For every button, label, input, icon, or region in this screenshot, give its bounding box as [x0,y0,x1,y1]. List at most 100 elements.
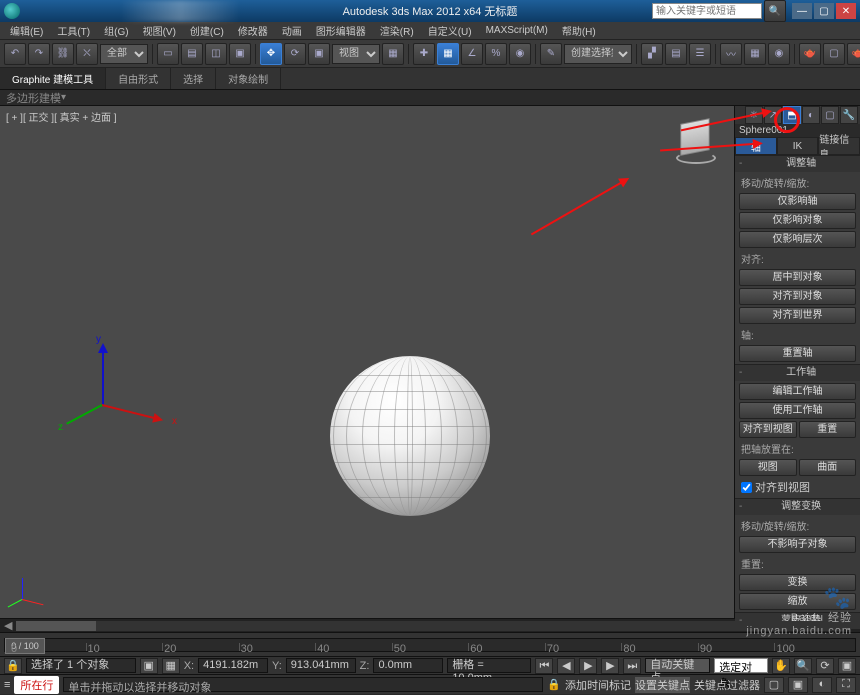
xref-icon[interactable]: ▦ [162,658,180,674]
tab-modify-icon[interactable]: ↗ [764,106,782,124]
subnav-ik[interactable]: IK [777,137,819,155]
btn-affect-object-only[interactable]: 仅影响对象 [739,212,856,229]
nav-zoomall-icon[interactable]: ▣ [788,677,808,693]
btn-place-surface[interactable]: 曲面 [799,459,857,476]
btn-wp-reset[interactable]: 重置 [799,421,857,438]
schematic-icon[interactable]: ▦ [744,43,766,65]
macro-recorder-tag[interactable]: 所在行 [14,676,59,694]
menu-maxscript[interactable]: MAXScript(M) [480,24,554,37]
nav-fov-icon[interactable]: ◐ [812,677,832,693]
align-icon[interactable]: ▤ [665,43,687,65]
viewport[interactable]: [ + ][ 正交 ][ 真实 + 边面 ] xyz [0,106,734,618]
nav-max-icon[interactable]: ▣ [838,658,856,674]
snap-toggle-icon[interactable]: ▦ [437,43,459,65]
link-icon[interactable]: ⛓ [52,43,74,65]
scale-icon[interactable]: ▣ [308,43,330,65]
menu-views[interactable]: 视图(V) [137,22,182,39]
select-region-icon[interactable]: ◫ [205,43,227,65]
close-button[interactable]: ✕ [836,3,856,19]
time-slider[interactable]: 0 / 100 0102030405060708090100 [0,632,860,656]
btn-place-view[interactable]: 视图 [739,459,797,476]
manipulate-icon[interactable]: ✚ [413,43,435,65]
angle-snap-icon[interactable]: ∠ [461,43,483,65]
percent-snap-icon[interactable]: % [485,43,507,65]
play-end-icon[interactable]: ⏭ [623,658,641,674]
nav-pan-icon[interactable]: ✋ [772,658,790,674]
lock-icon[interactable]: 🔒 [4,658,22,674]
play-prev-icon[interactable]: ◀ [557,658,575,674]
named-set-icon[interactable]: ✎ [540,43,562,65]
menu-animation[interactable]: 动画 [276,22,308,39]
nav-zoomext-icon[interactable]: ▢ [764,677,784,693]
render-frame-icon[interactable]: ▢ [823,43,845,65]
play-next-icon[interactable]: ▶ [601,658,619,674]
search-go-icon[interactable]: 🔍 [764,0,786,22]
key-mode-dropdown[interactable]: 选定对象 [714,658,768,673]
undo-icon[interactable]: ↶ [4,43,26,65]
viewcube-cube-icon[interactable] [680,118,709,156]
menu-customize[interactable]: 自定义(U) [422,22,478,39]
tab-motion-icon[interactable]: ◐ [802,106,820,124]
tab-utilities-icon[interactable]: 🔧 [840,106,858,124]
named-selection-set[interactable]: 创建选择集 [564,44,632,64]
chk-input[interactable] [741,482,752,493]
redo-icon[interactable]: ↷ [28,43,50,65]
btn-align-to-object[interactable]: 对齐到对象 [739,288,856,305]
rollout-header[interactable]: 调整变换 [735,499,860,515]
ribbon-tab-freeform[interactable]: 自由形式 [106,68,171,89]
menu-create[interactable]: 创建(C) [184,22,230,39]
subnav-link[interactable]: 链接信息 [818,137,860,155]
rollout-header[interactable]: 工作轴 [735,365,860,381]
layers-icon[interactable]: ☰ [689,43,711,65]
move-icon[interactable]: ✥ [260,43,282,65]
rotate-icon[interactable]: ⟳ [284,43,306,65]
scene-object-sphere[interactable] [330,356,490,516]
track-bar[interactable]: ◀ ▶ [0,618,860,632]
track-scroll[interactable] [16,621,843,631]
viewport-label[interactable]: [ + ][ 正交 ][ 真实 + 边面 ] [6,109,117,124]
select-name-icon[interactable]: ▤ [181,43,203,65]
ribbon-subpanel[interactable]: 多边形建模 ▾ [0,90,860,106]
selection-filter[interactable]: 全部 [100,44,148,64]
menu-tools[interactable]: 工具(T) [51,22,96,39]
script-listener-icon[interactable]: ≡ [4,679,10,691]
select-icon[interactable]: ▭ [157,43,179,65]
rollout-header[interactable]: 调整轴 [735,156,860,172]
minimize-button[interactable]: — [792,3,812,19]
spinner-snap-icon[interactable]: ◉ [509,43,531,65]
menu-group[interactable]: 组(G) [98,22,134,39]
menu-modifiers[interactable]: 修改器 [232,22,274,39]
btn-use-working-pivot[interactable]: 使用工作轴 [739,402,856,419]
window-crossing-icon[interactable]: ▣ [229,43,251,65]
btn-align-to-world[interactable]: 对齐到世界 [739,307,856,324]
ribbon-tab-selection[interactable]: 选择 [171,68,216,89]
nav-maximize-icon[interactable]: ⛶ [836,677,856,693]
search-input[interactable] [652,3,762,19]
keyfilter-button[interactable]: 关键点过滤器 [694,677,760,693]
menu-render[interactable]: 渲染(R) [374,22,420,39]
viewcube[interactable] [670,116,720,166]
btn-align-view[interactable]: 对齐到视图 [739,421,797,438]
nav-orbit-icon[interactable]: ⟳ [816,658,834,674]
tab-hierarchy-icon[interactable]: ⬒ [783,106,801,124]
chk-align-to-view[interactable]: 对齐到视图 [739,478,856,496]
setkey-button[interactable]: 设置关键点 [635,677,690,693]
pivot-center-icon[interactable]: ▦ [382,43,404,65]
menu-help[interactable]: 帮助(H) [556,22,602,39]
ribbon-tab-graphite[interactable]: Graphite 建模工具 [0,68,106,89]
play-start-icon[interactable]: ⏮ [535,658,553,674]
tab-display-icon[interactable]: ▢ [821,106,839,124]
btn-affect-hierarchy[interactable]: 仅影响层次 [739,231,856,248]
coord-y[interactable]: 913.041mm [286,658,356,673]
btn-edit-working-pivot[interactable]: 编辑工作轴 [739,383,856,400]
time-tag-hint[interactable]: 添加时间标记 [565,677,631,693]
menu-edit[interactable]: 编辑(E) [4,22,49,39]
coord-z[interactable]: 0.0mm [373,658,443,673]
render-setup-icon[interactable]: 🫖 [799,43,821,65]
isolate-icon[interactable]: ▣ [140,658,158,674]
btn-no-affect-children[interactable]: 不影响子对象 [739,536,856,553]
btn-affect-pivot-only[interactable]: 仅影响轴 [739,193,856,210]
coord-x[interactable]: 4191.182m [198,658,268,673]
unlink-icon[interactable]: ⛌ [76,43,98,65]
tab-create-icon[interactable]: ✳ [745,106,763,124]
